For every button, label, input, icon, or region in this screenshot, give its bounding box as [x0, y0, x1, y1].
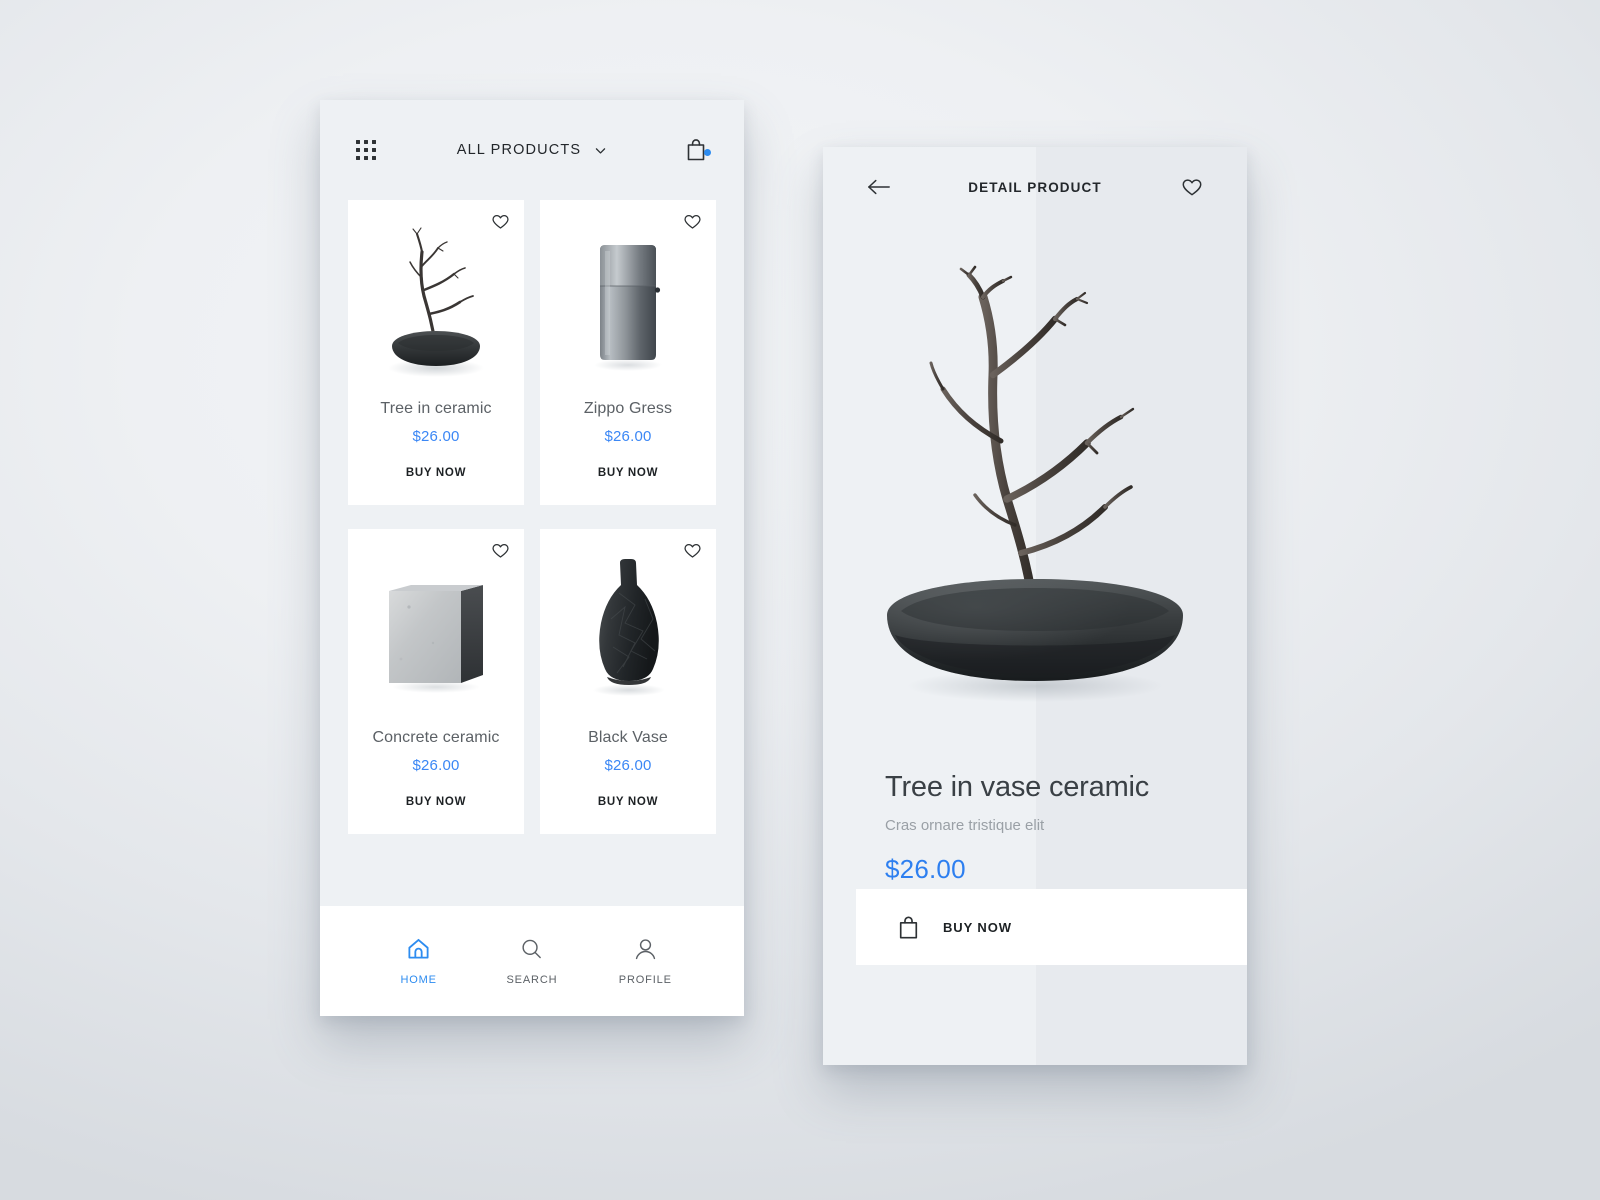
heart-outline-icon[interactable]: [683, 541, 702, 560]
buy-now-button[interactable]: BUY NOW: [598, 796, 658, 808]
buy-now-button[interactable]: BUY NOW: [406, 467, 466, 479]
detail-product-name: Tree in vase ceramic: [885, 771, 1150, 803]
product-name: Black Vase: [588, 729, 668, 746]
heart-outline-icon[interactable]: [683, 212, 702, 231]
product-card[interactable]: Tree in ceramic $26.00 BUY NOW: [348, 200, 524, 505]
arrow-left-icon[interactable]: [867, 178, 891, 196]
listing-header: ALL PRODUCTS: [320, 100, 744, 200]
nav-label-search: SEARCH: [506, 973, 558, 986]
chevron-down-icon[interactable]: [594, 144, 607, 157]
product-card[interactable]: Concrete ceramic $26.00 BUY NOW: [348, 529, 524, 834]
buy-now-button[interactable]: BUY NOW: [598, 467, 658, 479]
product-name: Tree in ceramic: [380, 400, 492, 417]
product-grid: Tree in ceramic $26.00 BUY NOW Zippo Gre…: [320, 200, 744, 834]
search-icon: [522, 939, 542, 958]
product-name: Zippo Gress: [583, 400, 673, 417]
shopping-bag-icon: [899, 916, 918, 939]
heart-outline-icon[interactable]: [491, 212, 510, 231]
product-name: Concrete ceramic: [372, 729, 500, 746]
detail-product-price: $26.00: [885, 854, 966, 884]
profile-icon: [635, 938, 655, 959]
nav-label-home: HOME: [400, 973, 437, 986]
home-icon: [408, 938, 429, 959]
detail-title: DETAIL PRODUCT: [968, 179, 1102, 195]
shopping-bag-button[interactable]: [684, 137, 711, 163]
nav-label-profile: PROFILE: [618, 973, 672, 986]
detail-header: DETAIL PRODUCT: [823, 147, 1247, 227]
detail-product-subtitle: Cras ornare tristique elit: [885, 817, 1045, 834]
listing-title[interactable]: ALL PRODUCTS: [457, 142, 581, 158]
product-price: $26.00: [412, 428, 460, 445]
product-image-concrete-cube: [348, 543, 524, 711]
heart-outline-icon[interactable]: [1181, 176, 1203, 198]
nav-item-profile[interactable]: PROFILE: [599, 937, 691, 986]
detail-buy-now-label: BUY NOW: [943, 919, 1012, 935]
product-detail-screen: DETAIL PRODUCT Tree in vase ceramic Cras…: [823, 147, 1247, 1065]
grid-menu-icon[interactable]: [356, 140, 376, 160]
product-price: $26.00: [604, 428, 652, 445]
detail-buy-now-button[interactable]: BUY NOW: [856, 889, 1247, 965]
product-card[interactable]: Black Vase $26.00 BUY NOW: [540, 529, 716, 834]
product-price: $26.00: [412, 757, 460, 774]
detail-product-info: Tree in vase ceramic Cras ornare tristiq…: [823, 727, 1247, 885]
product-image-tree-in-ceramic-bowl: [348, 214, 524, 382]
nav-item-search[interactable]: SEARCH: [486, 937, 578, 986]
listing-title-group: ALL PRODUCTS: [320, 142, 744, 158]
product-image-zippo-lighter: [540, 214, 716, 382]
bag-badge-dot: [704, 149, 711, 156]
detail-hero-image: [823, 227, 1247, 727]
product-image-black-vase: [540, 543, 716, 711]
buy-now-button[interactable]: BUY NOW: [406, 796, 466, 808]
product-listing-screen: ALL PRODUCTS Tree in ceramic $26.00 BUY …: [320, 100, 744, 1016]
nav-item-home[interactable]: HOME: [373, 937, 465, 986]
product-price: $26.00: [604, 757, 652, 774]
bottom-navigation-bar: HOME SEARCH PROFILE: [320, 906, 744, 1016]
product-card[interactable]: Zippo Gress $26.00 BUY NOW: [540, 200, 716, 505]
heart-outline-icon[interactable]: [491, 541, 510, 560]
